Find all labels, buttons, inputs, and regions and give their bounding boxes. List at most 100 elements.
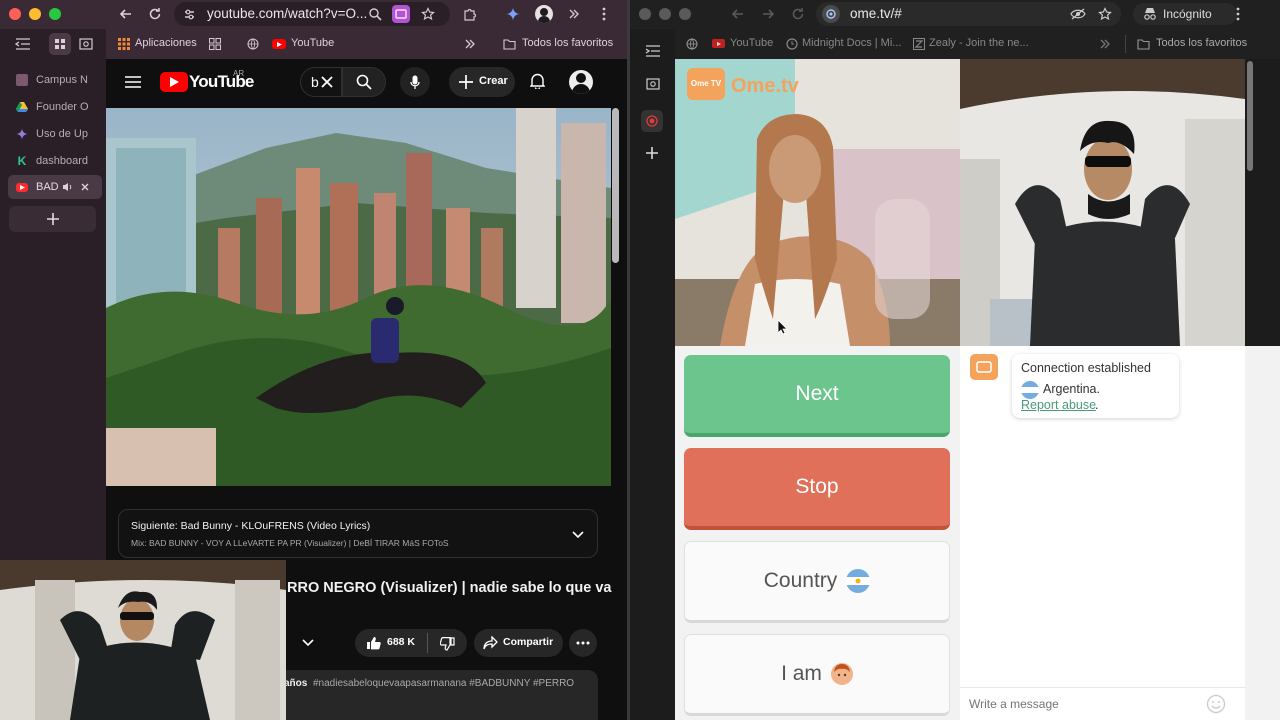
bookmark-youtube[interactable]: YouTube xyxy=(291,37,334,49)
subscribe-dropdown-icon[interactable] xyxy=(296,629,320,657)
kebab-menu-icon[interactable] xyxy=(596,6,612,22)
plus-icon xyxy=(459,75,473,89)
eye-off-icon[interactable] xyxy=(1069,6,1087,22)
tab-label: Campus N xyxy=(36,74,88,86)
extensions-icon[interactable] xyxy=(462,6,478,22)
search-value: b xyxy=(311,74,319,90)
reload-icon[interactable] xyxy=(790,6,806,22)
close-window-button[interactable] xyxy=(9,8,21,20)
country-label: Country xyxy=(763,569,838,592)
search-input[interactable]: b xyxy=(300,67,342,97)
new-tab-button[interactable] xyxy=(9,206,96,232)
next-button[interactable]: Next xyxy=(684,355,950,437)
maximize-window-button[interactable] xyxy=(49,8,61,20)
gemini-icon[interactable] xyxy=(505,6,521,22)
more-bookmarks-icon[interactable] xyxy=(463,37,477,51)
bookmark-midnight-docs[interactable]: Midnight Docs | Mi... xyxy=(802,37,901,49)
stop-button[interactable]: Stop xyxy=(684,448,950,530)
bookmark-youtube[interactable]: YouTube xyxy=(730,37,773,49)
video-player[interactable] xyxy=(106,108,611,486)
sidebar-tab-founder[interactable]: Founder O xyxy=(8,95,102,119)
gemini-favicon xyxy=(16,128,28,140)
minimize-window-button[interactable] xyxy=(29,8,41,20)
youtube-logo-icon[interactable] xyxy=(160,72,188,92)
report-abuse-link[interactable]: Report abuse xyxy=(1021,398,1096,412)
apps-grid-icon[interactable] xyxy=(117,37,131,51)
tab-grid-icon[interactable] xyxy=(49,33,71,55)
scrollbar-thumb[interactable] xyxy=(612,108,619,263)
more-bookmarks-icon[interactable] xyxy=(1098,37,1112,51)
message-input[interactable] xyxy=(960,687,1245,720)
divider xyxy=(427,633,428,653)
description-hashtags: #nadiesabeloquevaapasarmanana #BADBUNNY … xyxy=(313,678,575,689)
profile-avatar[interactable] xyxy=(535,5,553,23)
grid-icon[interactable] xyxy=(208,37,222,51)
address-bar[interactable]: ome.tv/# xyxy=(816,2,1121,26)
incognito-indicator[interactable]: Incógnito xyxy=(1133,3,1237,25)
argentina-flag-icon xyxy=(846,569,871,593)
create-label: Crear xyxy=(479,75,508,87)
sidebar-tab-campus[interactable]: Campus N xyxy=(8,68,102,92)
clear-search-icon[interactable] xyxy=(320,75,334,89)
forward-icon[interactable] xyxy=(760,6,776,22)
sidebar-tab-dashboard[interactable]: Kdashboard xyxy=(8,149,102,173)
search-button[interactable] xyxy=(342,67,386,97)
sidebar-tab-uso[interactable]: Uso de Up xyxy=(8,122,102,146)
bookmark-zealy[interactable]: Zealy - Join the ne... xyxy=(929,37,1029,49)
video-frame-woman xyxy=(675,59,960,346)
gender-button[interactable]: I am xyxy=(684,634,950,716)
tab-label: Uso de Up xyxy=(36,128,88,140)
site-settings-icon[interactable] xyxy=(182,7,196,21)
globe-icon[interactable] xyxy=(685,37,699,51)
more-actions-icon[interactable] xyxy=(569,629,597,657)
argentina-flag-icon xyxy=(1021,381,1039,399)
chevron-more-icon[interactable] xyxy=(566,6,582,22)
stop-label: Stop xyxy=(795,475,839,498)
self-video xyxy=(960,59,1245,346)
expand-sidebar-icon[interactable] xyxy=(644,44,662,58)
scrollbar-thumb[interactable] xyxy=(1247,61,1253,171)
bookmark-star-icon[interactable] xyxy=(420,6,436,22)
tab-search-icon[interactable] xyxy=(642,73,664,95)
bookmark-all-favorites[interactable]: Todos los favoritos xyxy=(522,37,613,49)
up-next-panel[interactable]: Siguiente: Bad Bunny - KLOuFRENS (Video … xyxy=(118,509,598,558)
hamburger-menu-icon[interactable] xyxy=(124,73,142,91)
close-tab-icon[interactable] xyxy=(81,183,89,191)
divider xyxy=(1125,35,1126,53)
tab-search-icon[interactable] xyxy=(75,33,97,55)
message-field[interactable] xyxy=(969,694,1199,714)
bookmark-star-icon[interactable] xyxy=(1097,6,1113,22)
create-button[interactable]: Crear xyxy=(449,67,515,97)
maximize-window-button[interactable] xyxy=(679,8,691,20)
sidebar-tab-bad[interactable]: BAD xyxy=(8,175,102,199)
country-button[interactable]: Country xyxy=(684,541,950,623)
bookmark-apps[interactable]: Aplicaciones xyxy=(135,37,197,49)
back-icon[interactable] xyxy=(118,6,134,22)
incognito-label: Incógnito xyxy=(1163,7,1212,21)
chevron-down-icon[interactable] xyxy=(571,528,585,542)
share-button[interactable]: Compartir xyxy=(474,629,563,657)
new-tab-button[interactable] xyxy=(642,143,662,163)
account-avatar[interactable] xyxy=(569,70,593,94)
close-window-button[interactable] xyxy=(639,8,651,20)
emoji-icon[interactable] xyxy=(1205,693,1227,715)
bookmark-all-favorites[interactable]: Todos los favoritos xyxy=(1156,37,1247,49)
like-icon[interactable] xyxy=(365,635,381,651)
video-title: RRO NEGRO (Visualizer) | nadie sabe lo q… xyxy=(287,580,612,596)
dislike-icon[interactable] xyxy=(439,636,455,652)
voice-search-icon[interactable] xyxy=(400,67,430,97)
reload-icon[interactable] xyxy=(147,6,163,22)
youtube-bookmark-icon xyxy=(712,39,725,48)
address-bar[interactable]: youtube.com/watch?v=O... xyxy=(174,2,450,26)
kebab-menu-icon[interactable] xyxy=(1230,6,1246,22)
cast-icon[interactable] xyxy=(392,5,410,23)
record-tab-icon[interactable] xyxy=(641,110,663,132)
back-icon[interactable] xyxy=(730,6,746,22)
minimize-window-button[interactable] xyxy=(659,8,671,20)
site-info-icon[interactable] xyxy=(822,5,840,23)
speaker-icon[interactable] xyxy=(62,182,74,192)
globe-icon[interactable] xyxy=(246,37,260,51)
notifications-bell-icon[interactable] xyxy=(527,71,547,91)
collapse-sidebar-icon[interactable] xyxy=(14,37,32,51)
zoom-icon[interactable] xyxy=(367,6,383,22)
